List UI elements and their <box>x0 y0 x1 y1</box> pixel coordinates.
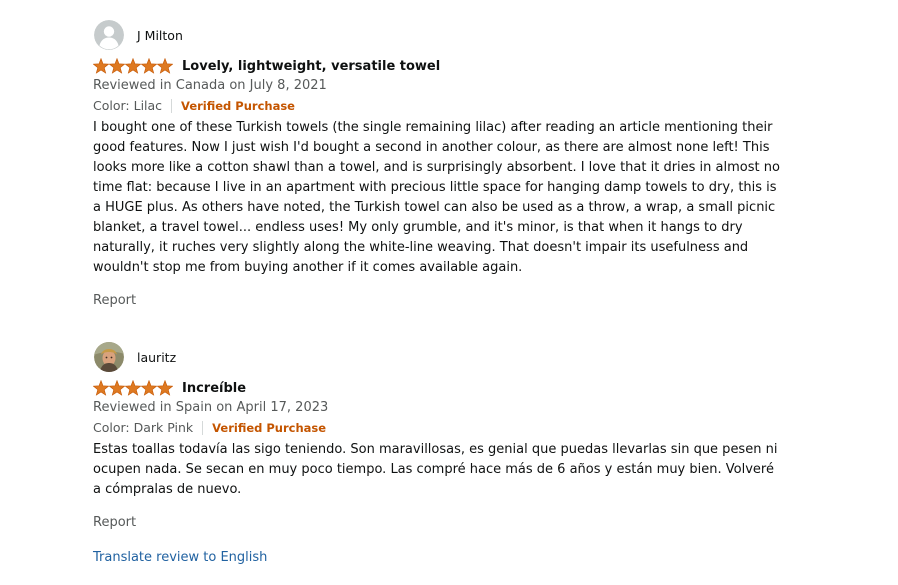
user-photo-avatar-icon[interactable] <box>94 342 124 372</box>
star-icon <box>108 58 126 74</box>
star-icon <box>156 380 173 396</box>
review-card: lauritz Increíble Reviewed in Spain on A… <box>93 342 783 533</box>
star-icon <box>93 380 110 396</box>
review-title[interactable]: Lovely, lightweight, versatile towel <box>182 59 440 74</box>
review-format-strip: Color: Lilac Verified Purchase <box>93 96 783 116</box>
translate-review-link[interactable]: Translate review to English <box>93 548 267 568</box>
star-rating[interactable] <box>93 380 173 396</box>
review-date: Reviewed in Canada on July 8, 2021 <box>93 78 327 93</box>
verified-purchase-badge: Verified Purchase <box>212 421 327 435</box>
star-icon <box>140 58 158 74</box>
star-icon <box>108 380 126 396</box>
reviewer-name[interactable]: J Milton <box>137 28 183 43</box>
review-format-strip: Color: Dark Pink Verified Purchase <box>93 418 783 438</box>
star-icon <box>140 380 158 396</box>
review-card: J Milton Lovely, lightweight, versatile … <box>93 20 783 311</box>
verified-purchase-badge: Verified Purchase <box>181 99 295 113</box>
star-icon <box>124 380 142 396</box>
divider <box>202 421 204 435</box>
product-variant[interactable]: Color: Dark Pink <box>93 418 193 438</box>
star-icon <box>156 58 173 74</box>
divider <box>171 99 173 113</box>
review-body: I bought one of these Turkish towels (th… <box>93 120 780 275</box>
reviewer-profile[interactable]: J Milton <box>93 20 783 50</box>
product-variant[interactable]: Color: Lilac <box>93 96 162 116</box>
review-body: Estas toallas todavía las sigo teniendo.… <box>93 442 778 497</box>
star-icon <box>93 58 110 74</box>
star-icon <box>124 58 142 74</box>
report-link[interactable]: Report <box>93 291 136 311</box>
reviewer-name[interactable]: lauritz <box>137 350 176 365</box>
reviewer-profile[interactable]: lauritz <box>93 342 783 372</box>
default-user-avatar-icon[interactable] <box>94 20 124 50</box>
review-title[interactable]: Increíble <box>182 381 246 396</box>
star-rating[interactable] <box>93 58 173 74</box>
review-date: Reviewed in Spain on April 17, 2023 <box>93 400 329 415</box>
report-link[interactable]: Report <box>93 513 136 533</box>
